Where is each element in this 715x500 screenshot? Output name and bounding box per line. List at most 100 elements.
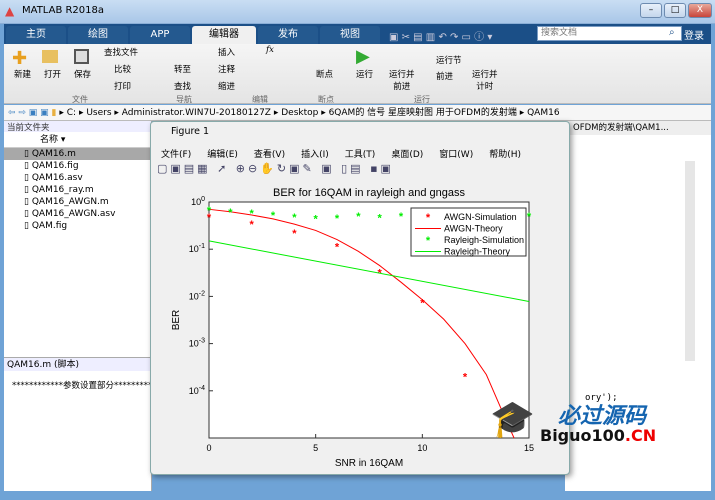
data-point-marker: * [335,241,340,253]
file-item[interactable]: ▯ QAM16.m [4,148,151,160]
data-point-marker: * [378,212,383,224]
data-point-marker: * [314,213,319,225]
run-button[interactable]: 运行 [356,68,373,80]
breadcrumb-item[interactable]: ▸ Desktop [274,108,321,118]
y-tick-label: 10-3 [189,338,205,349]
search-icon[interactable]: ⌕ [669,27,675,38]
figure-menu-bar: 文件(F) 编辑(E) 查看(V) 插入(I) 工具(T) 桌面(D) 窗口(W) 帮助(H) [161,147,537,160]
data-point-marker: * [335,213,340,225]
figure-menu-item[interactable]: 帮助(H) [489,150,521,160]
details-text: ************参数设置部分*********** [12,381,161,391]
figure-menu-item[interactable]: 窗口(W) [439,150,473,160]
toolstrip-tabs: 主页 绘图 APP 编辑器 发布 视图 ▣ ✂ ▤ ▥ ↶ ↷ ▭ ⓘ ▾ 搜索… [4,24,711,44]
group-file-label: 文件 [72,95,88,104]
details-title: QAM16.m (脚本) [4,357,152,371]
insert-button[interactable]: 插入 [218,46,235,58]
save-button[interactable]: 保存 [74,68,91,80]
file-icon: ▯ [24,221,32,231]
data-point-marker: * [527,211,532,223]
fx-button[interactable]: fx [266,45,274,55]
file-item[interactable]: ▯ QAM.fig [4,220,151,232]
figure-title: Figure 1 [171,126,210,137]
tab-view[interactable]: 视图 [320,26,380,44]
figure-menu-item[interactable]: 插入(I) [301,150,329,160]
x-tick-label: 10 [417,443,427,453]
file-item[interactable]: ▯ QAM16_AWGN.m [4,196,151,208]
folder-icon: ▮ [51,108,57,118]
advance-button[interactable]: 前进 [436,70,453,82]
breadcrumb-item[interactable]: ▸ Users [79,108,114,118]
maximize-button[interactable]: □ [664,3,686,18]
find-button[interactable]: 查找 [174,80,191,92]
login-button[interactable]: 登录 [684,27,704,42]
tab-publish[interactable]: 发布 [258,26,318,44]
breadcrumb[interactable]: ▸ C: ▸ Users ▸ Administrator.WIN7U-20180… [59,108,559,118]
quick-access-toolbar[interactable]: ▣ ✂ ▤ ▥ ↶ ↷ ▭ ⓘ ▾ [389,28,492,43]
file-item[interactable]: ▯ QAM16_ray.m [4,184,151,196]
group-edit-label: 编辑 [252,95,268,104]
file-item[interactable]: ▯ QAM16.fig [4,160,151,172]
open-button[interactable]: 打开 [44,68,61,80]
run-and-time-button[interactable]: 运行并 计时 [472,68,498,92]
tab-home[interactable]: 主页 [6,26,66,44]
data-point-marker: * [292,228,297,240]
find-files-button[interactable]: 查找文件 [104,46,138,58]
indent-button[interactable]: 缩进 [218,80,235,92]
back-forward-icon[interactable]: ⇦ ⇨ ▣ ▣ [8,108,52,118]
tab-plots[interactable]: 绘图 [68,26,128,44]
legend-marker: * [426,235,431,247]
breadcrumb-item[interactable]: ▸ QAM16 [520,108,560,118]
group-breakpoints-label: 断点 [318,95,334,104]
data-point-marker: * [463,372,468,384]
y-axis-label: BER [171,310,182,331]
new-button[interactable]: 新建 [14,68,31,80]
file-name: QAM.fig [31,221,68,231]
editor-tab[interactable]: OFDM的发射端\QAM1... [565,121,711,135]
x-axis-label: SNR in 16QAM [335,458,403,469]
run-and-advance-button[interactable]: 运行并 前进 [389,68,415,92]
watermark-en-text: Biguo100 [540,426,625,445]
breadcrumb-item[interactable]: ▸ C: [59,108,79,118]
panel-title: 当前文件夹 [4,121,151,133]
data-point-marker: * [228,207,233,219]
data-point-marker: * [292,212,297,224]
current-folder-panel: 当前文件夹 名称 ▾ ▯ QAM16.m ▯ QAM16.fig ▯ QAM16.a… [4,121,161,491]
breadcrumb-item[interactable]: ▸ 6QAM的 信号 星座映射图 用于OFDM的发射端 [321,108,520,118]
address-bar[interactable]: ⇦ ⇨ ▣ ▣ ▮ ▸ C: ▸ Users ▸ Administrator.W… [4,105,711,121]
compare-button[interactable]: 比较 [114,63,131,75]
tab-apps[interactable]: APP [130,26,190,44]
watermark-en: Biguo100.CN [540,426,656,445]
comment-button[interactable]: 注释 [218,63,235,75]
search-docs-input[interactable]: 搜索文档 [537,26,682,41]
data-point-marker: * [250,219,255,231]
tab-editor[interactable]: 编辑器 [192,26,256,44]
figure-menu-item[interactable]: 桌面(D) [391,150,423,160]
figure-menu-item[interactable]: 文件(F) [161,150,191,160]
close-button[interactable]: X [688,3,712,18]
title-bar: ▲ MATLAB R2018a – □ X [0,0,715,24]
print-button[interactable]: 打印 [114,80,131,92]
minimize-button[interactable]: – [640,3,662,18]
scrollbar[interactable] [685,161,695,361]
figure-menu-item[interactable]: 查看(V) [254,150,285,160]
figure-menu-item[interactable]: 编辑(E) [207,150,238,160]
data-point-marker: * [207,205,212,217]
legend-entry: AWGN-Simulation [444,212,517,222]
file-item[interactable]: ▯ QAM16_AWGN.asv [4,208,151,220]
y-tick-label: 10-4 [189,385,205,396]
file-icon: ▯ [24,173,32,183]
run-icon: ▶ [356,46,370,67]
run-section-button[interactable]: 运行节 [436,54,462,66]
column-header-name[interactable]: 名称 ▾ [4,132,151,148]
file-name: QAM16_AWGN.m [31,197,109,207]
figure-menu-item[interactable]: 工具(T) [345,150,376,160]
figure-toolbar[interactable]: ▢▣▤▦ ➚ ⊕⊖✋↻▣✎ ▣ ▯▤ ▪▣ [157,162,394,175]
watermark-logo: 🎓 必过源码 Biguo100.CN [490,398,670,458]
window-title: MATLAB R2018a [22,5,105,16]
data-point-marker: * [250,208,255,220]
goto-button[interactable]: 转至 [174,63,191,75]
open-folder-icon [42,50,58,63]
file-item[interactable]: ▯ QAM16.asv [4,172,151,184]
breadcrumb-item[interactable]: ▸ Administrator.WIN7U-20180127Z [114,108,273,118]
breakpoints-button[interactable]: 断点 [316,68,333,80]
